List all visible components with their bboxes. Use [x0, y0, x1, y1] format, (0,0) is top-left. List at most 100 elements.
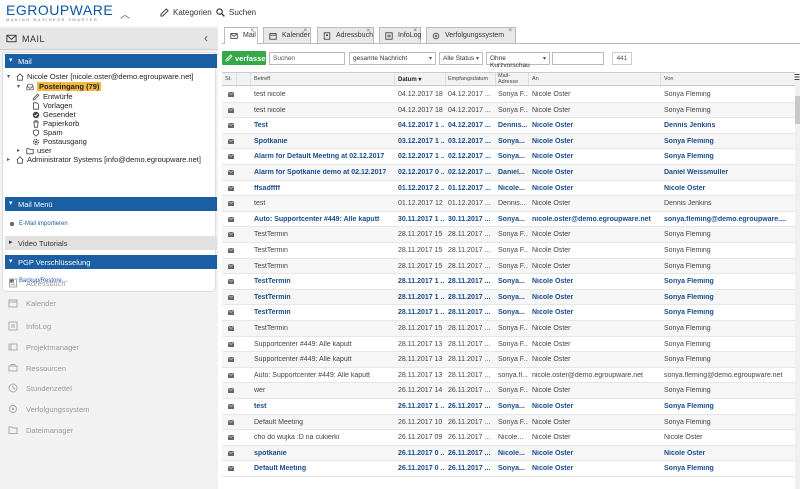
folder-templates[interactable]: Vorlagen [32, 101, 73, 110]
unread-envelope-icon[interactable] [228, 154, 234, 160]
app-infolog[interactable]: InfoLog [8, 321, 51, 331]
table-row[interactable]: Alarm for Spotkanie demo at 02.12.2017 02… [222, 165, 795, 181]
column-subject[interactable]: Betreff [254, 76, 270, 82]
mail-section-header[interactable]: Mail [5, 54, 217, 68]
list-scrollbar[interactable] [795, 72, 800, 489]
table-row[interactable]: Supportcenter #449: Alle kaputt 28.11.201… [222, 337, 795, 353]
close-icon[interactable]: × [250, 28, 254, 34]
preview-filter-select[interactable]: Ohne Kurzvorschau [486, 52, 550, 69]
table-row[interactable]: test nicole 04.12.2017 18 ... 04.12.2017 .… [222, 102, 795, 119]
collapse-caret-icon[interactable]: ▾ [7, 73, 13, 80]
app-filemanager[interactable]: Dateimanager [8, 425, 73, 435]
unread-envelope-icon[interactable] [228, 138, 234, 144]
app-timesheet[interactable]: Stundenzettel [8, 383, 72, 393]
read-envelope-icon[interactable] [228, 357, 234, 363]
unread-envelope-icon[interactable] [228, 185, 234, 191]
tab-tracker[interactable]: Verfolgungssystem × [426, 27, 516, 43]
table-row[interactable]: Test 04.12.2017 1 ... 04.12.2017 ... Dennis… [222, 118, 795, 134]
table-row[interactable]: TestTermin 28.11.2017 1 ... 28.11.2017 ...… [222, 305, 795, 321]
read-envelope-icon[interactable] [228, 248, 234, 253]
unread-envelope-icon[interactable] [228, 404, 234, 409]
status-filter-select[interactable]: Alle Status [439, 52, 483, 65]
categories-link[interactable]: Kategorien [160, 8, 212, 17]
tab-mail[interactable]: Mail × [224, 27, 258, 44]
table-row[interactable]: test 26.11.2017 1 ... 26.11.2017 ... Sonya.… [222, 399, 795, 415]
unread-envelope-icon[interactable] [228, 310, 234, 316]
search-input[interactable]: Suchen [269, 52, 345, 65]
collapse-sidebar-icon[interactable]: ‹ [204, 31, 208, 45]
read-envelope-icon[interactable] [228, 435, 234, 441]
pgp-header[interactable]: PGP Verschlüsselung [5, 255, 217, 269]
expand-caret-icon[interactable]: ▸ [17, 147, 23, 154]
column-from[interactable]: Von [664, 76, 673, 82]
table-row[interactable]: test nicole 04.12.2017 18 ... 04.12.2017 .… [222, 87, 795, 103]
tab-infolog[interactable]: InfoLog × [379, 27, 421, 43]
read-envelope-icon[interactable] [228, 388, 234, 394]
folder-spam[interactable]: Spam [32, 128, 63, 137]
table-row[interactable]: Alarm for Default Meeting at 02.12.2017 0… [222, 149, 795, 165]
video-tutorials-header[interactable]: Video Tutorials [5, 236, 217, 250]
app-resources[interactable]: Ressourcen [8, 363, 66, 373]
table-row[interactable]: Default Meeting 26.11.2017 0 ... 26.11.201… [222, 461, 795, 477]
unread-envelope-icon[interactable] [228, 450, 234, 456]
unread-envelope-icon[interactable] [228, 123, 234, 129]
table-row[interactable]: Auto: Supportcenter #449: Alle kaputt 28.… [222, 368, 795, 384]
read-envelope-icon[interactable] [228, 201, 234, 207]
unread-envelope-icon[interactable] [228, 279, 234, 285]
app-tracker[interactable]: Verfolgungssystem [8, 404, 89, 414]
search-scope-select[interactable]: gesamte Nachricht [349, 52, 436, 65]
chevron-up-icon[interactable]: ︿ [120, 6, 130, 21]
unread-envelope-icon[interactable] [228, 466, 234, 472]
folder-outbox[interactable]: Postausgang [32, 137, 87, 146]
table-row[interactable]: ffsadffff 01.12.2017 2 ... 01.12.2017 ... N… [222, 181, 795, 197]
table-row[interactable]: spotkanie 26.11.2017 0 ... 26.11.2017 ... N… [222, 445, 795, 462]
folder-inbox[interactable]: ▾ Posteingang (79) [17, 82, 102, 91]
import-email-link[interactable]: E-Mail importieren [9, 221, 68, 227]
read-envelope-icon[interactable] [228, 341, 234, 347]
table-row[interactable]: TestTermin 28.11.2017 15 ... 28.11.2017 ..… [222, 227, 795, 243]
scrollbar-thumb[interactable] [795, 96, 800, 124]
mail-menu-header[interactable]: Mail Menü [5, 197, 217, 211]
close-icon[interactable]: × [413, 28, 417, 34]
table-row[interactable]: TestTermin 28.11.2017 1 ... 28.11.2017 ...… [222, 289, 795, 306]
table-row[interactable]: Default Meeting 26.11.2017 10 ... 26.11.20… [222, 414, 795, 431]
folder-trash[interactable]: Papierkorb [32, 119, 79, 128]
read-envelope-icon[interactable] [228, 107, 234, 113]
compose-button[interactable]: verfassen [222, 51, 270, 65]
table-row[interactable]: TestTermin 28.11.2017 15 ... 28.11.2017 ..… [222, 258, 795, 275]
read-envelope-icon[interactable] [228, 232, 234, 238]
close-icon[interactable]: × [303, 28, 307, 34]
unread-envelope-icon[interactable] [228, 170, 234, 175]
table-row[interactable]: cho do wujka :D na cukierki 26.11.2017 09… [222, 430, 795, 446]
expand-caret-icon[interactable]: ▸ [7, 156, 13, 163]
table-row[interactable]: Auto: Supportcenter #449: Alle kaputt 30.… [222, 212, 795, 228]
user-folder[interactable]: ▸ user [17, 146, 52, 155]
account-node-admin[interactable]: ▸ Administrator Systems [info@demo.egrou… [7, 155, 201, 164]
folder-drafts[interactable]: Entwürfe [32, 92, 73, 101]
read-envelope-icon[interactable] [228, 372, 234, 378]
table-row[interactable]: Spotkanie 03.12.2017 1 ... 03.12.2017 ... S… [222, 133, 795, 150]
close-icon[interactable]: × [508, 28, 512, 34]
column-to[interactable]: An [532, 76, 539, 82]
app-calendar[interactable]: Kalender [8, 298, 56, 308]
table-row[interactable]: TestTermin 28.11.2017 1 ... 28.11.2017 ...… [222, 274, 795, 290]
folder-sent[interactable]: Gesendet [32, 110, 76, 119]
read-envelope-icon[interactable] [228, 263, 234, 269]
read-envelope-icon[interactable] [228, 92, 234, 97]
table-row[interactable]: wer 26.11.2017 14 ... 26.11.2017 ... Sonya … [222, 383, 795, 399]
table-row[interactable]: test 01.12.2017 12 ... 01.12.2017 ... Denni… [222, 196, 795, 212]
search-link[interactable]: Suchen [216, 8, 256, 17]
date-filter-input[interactable] [552, 52, 604, 65]
app-addressbook[interactable]: Adressbuch [8, 278, 66, 288]
column-status[interactable]: St. [225, 76, 232, 82]
unread-envelope-icon[interactable] [228, 294, 234, 300]
read-envelope-icon[interactable] [228, 419, 234, 425]
account-node[interactable]: ▾ Nicole Oster [nicole.oster@demo.egroup… [7, 72, 193, 81]
app-projectmanager[interactable]: Projektmanager [8, 342, 79, 352]
unread-envelope-icon[interactable] [228, 216, 234, 222]
tab-calendar[interactable]: Kalender × [263, 27, 311, 43]
egroupware-logo[interactable]: EGROUPWARE MAKING BUSINESS SMARTER [6, 3, 116, 22]
table-row[interactable]: TestTermin 28.11.2017 15 ... 28.11.2017 ..… [222, 321, 795, 337]
table-row[interactable]: Supportcenter #449: Alle kaputt 28.11.201… [222, 352, 795, 368]
read-envelope-icon[interactable] [228, 326, 234, 331]
